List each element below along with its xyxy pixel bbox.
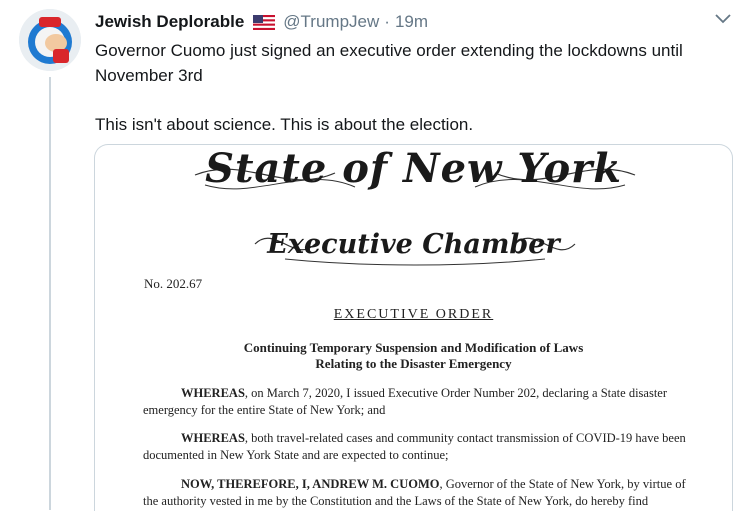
thread-line bbox=[49, 77, 51, 510]
para2-lead: WHEREAS bbox=[181, 431, 245, 445]
document-title: State of New York bbox=[205, 145, 622, 192]
tweet-text-line2: This isn't about science. This is about … bbox=[95, 115, 474, 134]
user-handle[interactable]: @TrumpJew bbox=[283, 12, 379, 32]
document-paragraph-1: WHEREAS, on March 7, 2020, I issued Exec… bbox=[143, 385, 703, 419]
para3-lead: NOW, THEREFORE, I, ANDREW M. CUOMO bbox=[181, 477, 440, 491]
avatar-image bbox=[19, 9, 81, 71]
document-paragraph-3: NOW, THEREFORE, I, ANDREW M. CUOMO, Gove… bbox=[143, 476, 703, 510]
chevron-down-icon[interactable] bbox=[713, 12, 733, 26]
document-heading-line1: Continuing Temporary Suspension and Modi… bbox=[243, 340, 584, 355]
avatar[interactable] bbox=[19, 9, 81, 71]
tweet-text-line1: Governor Cuomo just signed an executive … bbox=[95, 41, 683, 85]
document-paragraph-2: WHEREAS, both travel-related cases and c… bbox=[143, 430, 703, 464]
executive-order-label: EXECUTIVE ORDER bbox=[333, 307, 494, 322]
tweet-text: Governor Cuomo just signed an executive … bbox=[95, 38, 735, 137]
document-heading-line2: Relating to the Disaster Emergency bbox=[315, 356, 512, 371]
us-flag-icon bbox=[253, 14, 276, 30]
tweet-header: Jewish Deplorable @TrumpJew · 19m bbox=[95, 11, 428, 33]
display-name[interactable]: Jewish Deplorable bbox=[95, 12, 244, 32]
document-heading: Continuing Temporary Suspension and Modi… bbox=[95, 340, 732, 372]
document-subtitle: Executive Chamber bbox=[267, 229, 560, 260]
para1-lead: WHEREAS bbox=[181, 386, 245, 400]
timestamp[interactable]: 19m bbox=[395, 12, 428, 32]
document-number: No. 202.67 bbox=[144, 276, 203, 291]
separator-dot: · bbox=[384, 12, 390, 31]
tweet-media-image[interactable]: State of New York Executive Chamber No. … bbox=[94, 144, 733, 511]
